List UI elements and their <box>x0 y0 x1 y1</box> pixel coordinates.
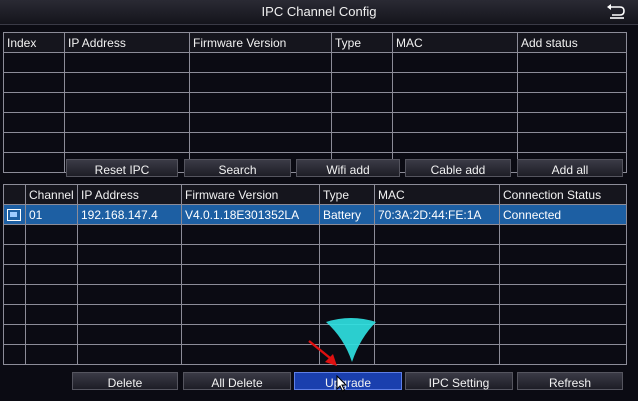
column-header-channel: Channel <box>25 184 78 205</box>
table-row[interactable] <box>3 264 627 285</box>
cell-firmware-version: V4.0.1.18E301352LA <box>181 204 320 225</box>
column-header-connection-status: Connection Status <box>499 184 627 205</box>
cell-mac: 70:3A:2D:44:FE:1A <box>374 204 500 225</box>
column-header-select <box>3 184 26 205</box>
mouse-cursor-icon <box>336 375 348 392</box>
table-row[interactable] <box>3 304 627 325</box>
all-delete-button[interactable]: All Delete <box>183 372 291 390</box>
table-row[interactable] <box>3 72 627 93</box>
column-header-type: Type <box>319 184 375 205</box>
table-row[interactable] <box>3 284 627 305</box>
upgrade-button[interactable]: Upgrade <box>294 372 402 390</box>
row-select-cell[interactable] <box>3 204 26 225</box>
table-row[interactable] <box>3 244 627 265</box>
cell-ip-address: 192.168.147.4 <box>77 204 182 225</box>
table-row[interactable] <box>3 52 627 73</box>
column-header-ip-address: IP Address <box>77 184 182 205</box>
column-header-type: Type <box>331 32 393 53</box>
table-row[interactable] <box>3 224 627 245</box>
ipc-setting-button[interactable]: IPC Setting <box>405 372 513 390</box>
column-header-mac: MAC <box>374 184 500 205</box>
table-header-row: Channel IP Address Firmware Version Type… <box>3 184 627 205</box>
table-row[interactable] <box>3 132 627 153</box>
reset-ipc-button[interactable]: Reset IPC <box>66 159 178 177</box>
search-results-table: Index IP Address Firmware Version Type M… <box>3 32 627 173</box>
table-row[interactable] <box>3 92 627 113</box>
column-header-ip-address: IP Address <box>64 32 190 53</box>
checkbox-checked-icon[interactable] <box>7 209 21 222</box>
search-button[interactable]: Search <box>184 159 291 177</box>
cell-connection-status: Connected <box>499 204 627 225</box>
add-all-button[interactable]: Add all <box>517 159 623 177</box>
cell-type: Battery <box>319 204 375 225</box>
delete-button[interactable]: Delete <box>72 372 178 390</box>
table-row-selected[interactable]: 01 192.168.147.4 V4.0.1.18E301352LA Batt… <box>3 204 627 225</box>
cable-add-button[interactable]: Cable add <box>405 159 511 177</box>
column-header-firmware-version: Firmware Version <box>189 32 332 53</box>
table-header-row: Index IP Address Firmware Version Type M… <box>3 32 627 53</box>
column-header-index: Index <box>3 32 65 53</box>
annotation-arrow-icon <box>308 340 337 366</box>
table-row[interactable] <box>3 112 627 133</box>
window-title: IPC Channel Config <box>261 4 377 19</box>
title-bar: IPC Channel Config <box>0 0 638 25</box>
return-arrow-icon[interactable] <box>606 3 628 21</box>
cell-channel: 01 <box>25 204 78 225</box>
refresh-button[interactable]: Refresh <box>517 372 623 390</box>
column-header-firmware-version: Firmware Version <box>181 184 320 205</box>
wifi-add-button[interactable]: Wifi add <box>296 159 400 177</box>
column-header-mac: MAC <box>392 32 518 53</box>
column-header-add-status: Add status <box>517 32 627 53</box>
